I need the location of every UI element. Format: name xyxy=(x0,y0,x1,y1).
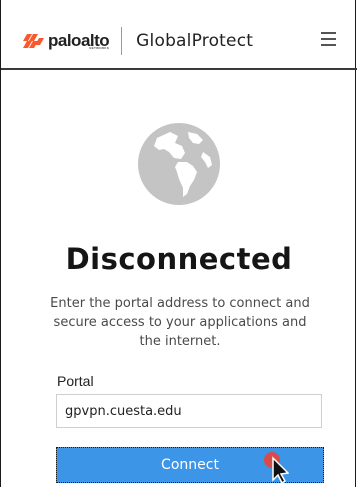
hamburger-menu-icon[interactable] xyxy=(321,32,336,46)
paloalto-logo-icon xyxy=(23,34,44,48)
connection-status-title: Disconnected xyxy=(65,242,293,276)
product-title: GlobalProtect xyxy=(136,31,254,51)
portal-label: Portal xyxy=(57,373,94,389)
status-message: Enter the portal address to connect and … xyxy=(50,296,310,349)
app-window: paloalto NETWORKS GlobalProtect Disconne… xyxy=(0,0,357,487)
brand-subtext: NETWORKS xyxy=(89,46,110,50)
globe-icon xyxy=(138,123,220,205)
portal-input[interactable] xyxy=(56,394,322,428)
brand-divider xyxy=(121,27,123,55)
connect-button[interactable]: Connect xyxy=(56,447,324,483)
brand-name: paloalto NETWORKS xyxy=(48,31,110,50)
brand-logo: paloalto NETWORKS GlobalProtect xyxy=(23,27,253,55)
app-header: paloalto NETWORKS GlobalProtect xyxy=(1,0,357,70)
